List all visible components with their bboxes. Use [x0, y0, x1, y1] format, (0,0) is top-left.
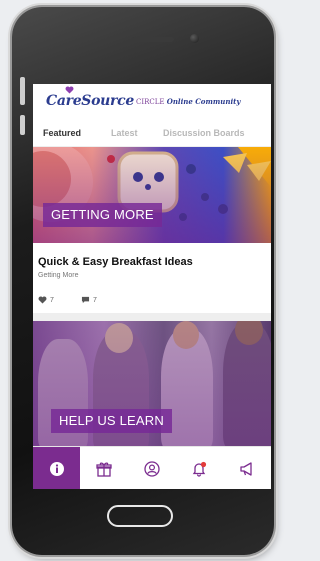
tab-latest[interactable]: Latest: [111, 128, 138, 138]
app-header: CareSource CIRCLE Online Community: [33, 84, 271, 120]
image-overlay: [33, 147, 271, 243]
post-card-body[interactable]: Quick & Easy Breakfast Ideas Getting Mor…: [33, 243, 271, 313]
home-button[interactable]: [107, 505, 173, 527]
front-camera: [190, 34, 199, 43]
circle-label: CIRCLE: [136, 98, 165, 106]
info-icon: [49, 461, 64, 476]
community-title: CIRCLE Online Community: [136, 97, 240, 106]
power-button: [20, 115, 25, 135]
post-image-breakfast[interactable]: GETTING MORE: [33, 147, 271, 243]
likes-count[interactable]: 7: [38, 296, 54, 304]
post-banner: HELP US LEARN: [51, 409, 172, 433]
nav-info[interactable]: [33, 447, 80, 489]
volume-button: [20, 77, 25, 105]
online-community-label: Online Community: [166, 97, 241, 106]
megaphone-icon: [239, 461, 252, 476]
caresource-logo: CareSource: [46, 93, 134, 109]
nav-rewards[interactable]: [80, 447, 127, 489]
nav-notifications[interactable]: [175, 447, 222, 489]
tab-discussion-boards[interactable]: Discussion Boards: [163, 128, 245, 138]
comments-count[interactable]: 7: [81, 296, 97, 304]
app-screen: CareSource CIRCLE Online Community Featu…: [33, 84, 271, 489]
nav-announcements[interactable]: [223, 447, 270, 489]
likes-value: 7: [50, 296, 54, 304]
bell-icon: [192, 461, 206, 477]
nav-profile[interactable]: [128, 447, 175, 489]
comment-icon: [81, 296, 90, 304]
earpiece-speaker: [132, 37, 174, 42]
post-category: Getting More: [38, 272, 79, 279]
post-title[interactable]: Quick & Easy Breakfast Ideas: [38, 256, 193, 268]
post-banner: GETTING MORE: [43, 203, 162, 227]
notification-badge: [200, 461, 206, 467]
tab-bar: Featured Latest Discussion Boards: [33, 121, 271, 147]
post-image-help-us-learn[interactable]: HELP US LEARN: [33, 321, 271, 446]
heart-icon: [38, 296, 47, 304]
tab-featured[interactable]: Featured: [43, 128, 81, 138]
comments-value: 7: [93, 296, 97, 304]
gift-icon: [95, 462, 112, 477]
post-divider: [33, 313, 271, 321]
bottom-navigation: [33, 446, 271, 489]
profile-icon: [143, 460, 160, 477]
